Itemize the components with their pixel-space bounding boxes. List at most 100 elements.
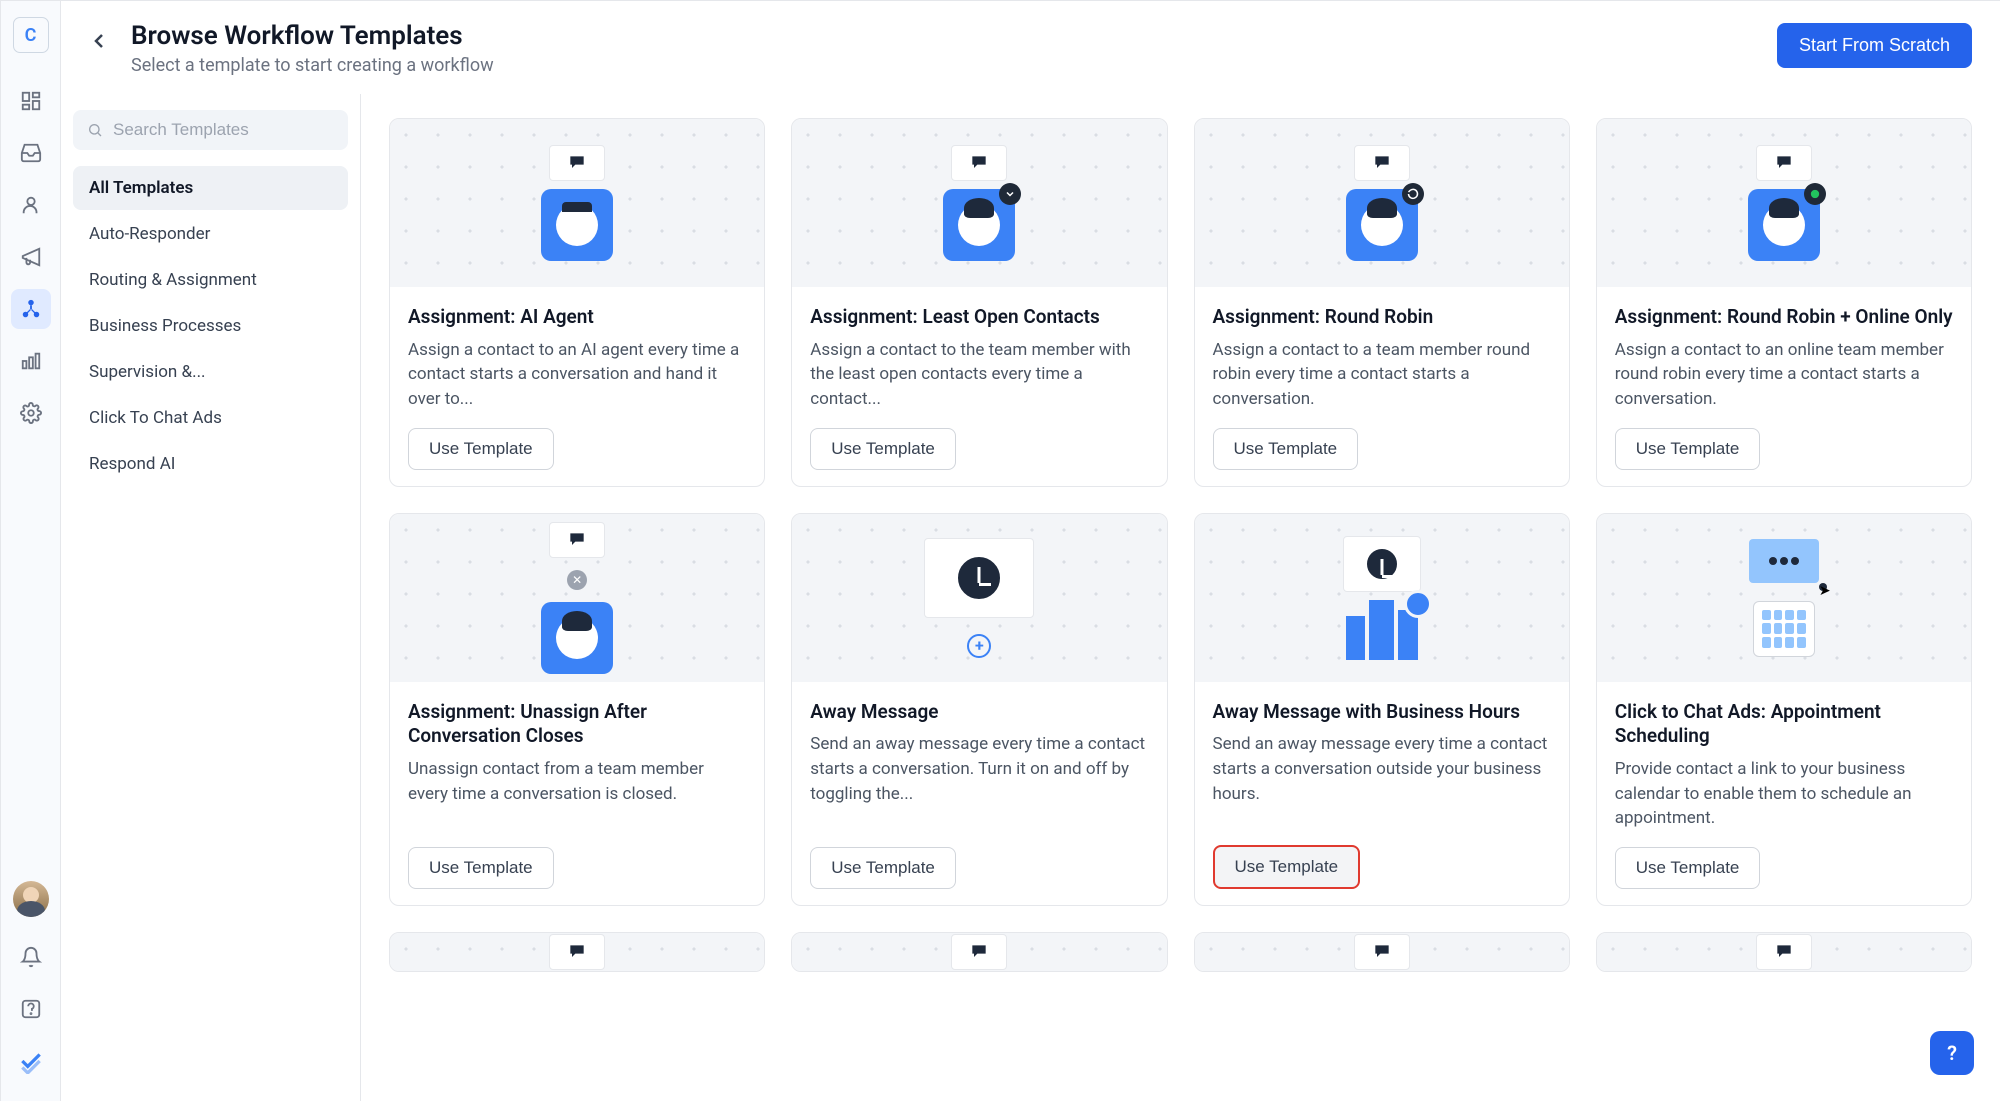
- badge-icon: [1804, 183, 1826, 205]
- template-card: Away Message with Business Hours Send an …: [1194, 513, 1570, 906]
- template-description: Assign a contact to an online team membe…: [1615, 338, 1953, 412]
- category-item[interactable]: Business Processes: [73, 304, 348, 348]
- template-title: Away Message with Business Hours: [1213, 700, 1551, 725]
- template-title: Assignment: Round Robin: [1213, 305, 1551, 330]
- template-title: Assignment: Round Robin + Online Only: [1615, 305, 1953, 330]
- template-title: Away Message: [810, 700, 1148, 725]
- template-description: Assign a contact to the team member with…: [810, 338, 1148, 412]
- help-icon[interactable]: [11, 989, 51, 1029]
- notifications-icon[interactable]: [11, 937, 51, 977]
- badge-icon: [1402, 183, 1424, 205]
- chat-bubble-icon: [549, 522, 605, 558]
- category-item[interactable]: Routing & Assignment: [73, 258, 348, 302]
- template-illustration: [792, 933, 1166, 971]
- settings-icon[interactable]: [11, 393, 51, 433]
- template-illustration: [1195, 119, 1569, 287]
- chat-bubble-icon: [1354, 934, 1410, 970]
- search-box[interactable]: [73, 110, 348, 150]
- template-illustration: [1597, 933, 1971, 971]
- agent-tile-icon: [1346, 189, 1418, 261]
- plus-icon: +: [967, 634, 991, 658]
- buildings-icon: [1346, 600, 1418, 660]
- template-description: Unassign contact from a team member ever…: [408, 757, 746, 831]
- template-description: Assign a contact to an AI agent every ti…: [408, 338, 746, 412]
- agent-tile-icon: [541, 189, 613, 261]
- template-description: Provide contact a link to your business …: [1615, 757, 1953, 831]
- template-card: Assignment: Round Robin + Online Only Ass…: [1596, 118, 1972, 487]
- back-button[interactable]: [81, 23, 117, 59]
- category-item[interactable]: Click To Chat Ads: [73, 396, 348, 440]
- start-from-scratch-button[interactable]: Start From Scratch: [1777, 23, 1972, 68]
- use-template-button[interactable]: Use Template: [408, 428, 554, 470]
- template-card: [1194, 932, 1570, 972]
- template-illustration: [1597, 119, 1971, 287]
- template-card: Assignment: Least Open Contacts Assign a …: [791, 118, 1167, 487]
- workspace-logo[interactable]: C: [13, 17, 49, 53]
- use-template-button[interactable]: Use Template: [1213, 428, 1359, 470]
- template-card: [791, 932, 1167, 972]
- template-title: Assignment: AI Agent: [408, 305, 746, 330]
- workflows-icon[interactable]: [11, 289, 51, 329]
- categories-sidebar: All TemplatesAuto-ResponderRouting & Ass…: [61, 94, 361, 1101]
- chat-bubble-icon: [951, 145, 1007, 181]
- template-illustration: [390, 119, 764, 287]
- template-card: + Away Message Send an away message every …: [791, 513, 1167, 906]
- help-fab[interactable]: ?: [1930, 1031, 1974, 1075]
- category-item[interactable]: All Templates: [73, 166, 348, 210]
- chat-bubble-icon: [549, 934, 605, 970]
- use-template-button[interactable]: Use Template: [1213, 845, 1361, 889]
- use-template-button[interactable]: Use Template: [1615, 847, 1761, 889]
- use-template-button[interactable]: Use Template: [810, 847, 956, 889]
- use-template-button[interactable]: Use Template: [810, 428, 956, 470]
- template-card: ➤ Click to Chat Ads: Appointment Scheduli…: [1596, 513, 1972, 906]
- broadcast-icon[interactable]: [11, 237, 51, 277]
- agent-tile-icon: [943, 189, 1015, 261]
- contacts-icon[interactable]: [11, 185, 51, 225]
- clock-panel-icon: [1343, 536, 1421, 592]
- template-description: Assign a contact to a team member round …: [1213, 338, 1551, 412]
- category-item[interactable]: Auto-Responder: [73, 212, 348, 256]
- reports-icon[interactable]: [11, 341, 51, 381]
- clock-panel-icon: [924, 538, 1034, 618]
- page-header: Browse Workflow Templates Select a templ…: [61, 1, 2000, 94]
- template-title: Assignment: Unassign After Conversation …: [408, 700, 746, 749]
- dashboard-icon[interactable]: [11, 81, 51, 121]
- template-title: Assignment: Least Open Contacts: [810, 305, 1148, 330]
- inbox-icon[interactable]: [11, 133, 51, 173]
- chat-bubble-icon: [1756, 145, 1812, 181]
- category-item[interactable]: Respond AI: [73, 442, 348, 486]
- template-description: Send an away message every time a contac…: [810, 732, 1148, 831]
- template-card: [1596, 932, 1972, 972]
- template-description: Send an away message every time a contac…: [1213, 732, 1551, 829]
- page-subtitle: Select a template to start creating a wo…: [131, 55, 1763, 76]
- template-title: Click to Chat Ads: Appointment Schedulin…: [1615, 700, 1953, 749]
- template-illustration: +: [792, 514, 1166, 682]
- category-item[interactable]: Supervision &...: [73, 350, 348, 394]
- chat-bubble-icon: [1354, 145, 1410, 181]
- template-illustration: [1195, 933, 1569, 971]
- chat-bubble-icon: [549, 145, 605, 181]
- calendar-icon: [1753, 601, 1815, 657]
- chat-bubble-icon: [1756, 934, 1812, 970]
- template-illustration: [792, 119, 1166, 287]
- left-rail: C: [1, 1, 61, 1101]
- template-illustration: [390, 933, 764, 971]
- chat-bubble-icon: [951, 934, 1007, 970]
- page-title: Browse Workflow Templates: [131, 21, 1763, 51]
- close-badge-icon: ✕: [567, 570, 587, 590]
- template-illustration: [1195, 514, 1569, 682]
- use-template-button[interactable]: Use Template: [1615, 428, 1761, 470]
- template-illustration: ✕: [390, 514, 764, 682]
- user-avatar[interactable]: [13, 881, 49, 917]
- brand-check-icon: [11, 1041, 51, 1081]
- search-input[interactable]: [113, 120, 334, 140]
- template-card: [389, 932, 765, 972]
- ad-panel-icon: ➤: [1749, 539, 1819, 583]
- template-card: Assignment: AI Agent Assign a contact to …: [389, 118, 765, 487]
- template-card: ✕ Assignment: Unassign After Conversation…: [389, 513, 765, 906]
- template-card: Assignment: Round Robin Assign a contact …: [1194, 118, 1570, 487]
- use-template-button[interactable]: Use Template: [408, 847, 554, 889]
- agent-tile-icon: [1748, 189, 1820, 261]
- template-illustration: ➤: [1597, 514, 1971, 682]
- agent-tile-icon: [541, 602, 613, 674]
